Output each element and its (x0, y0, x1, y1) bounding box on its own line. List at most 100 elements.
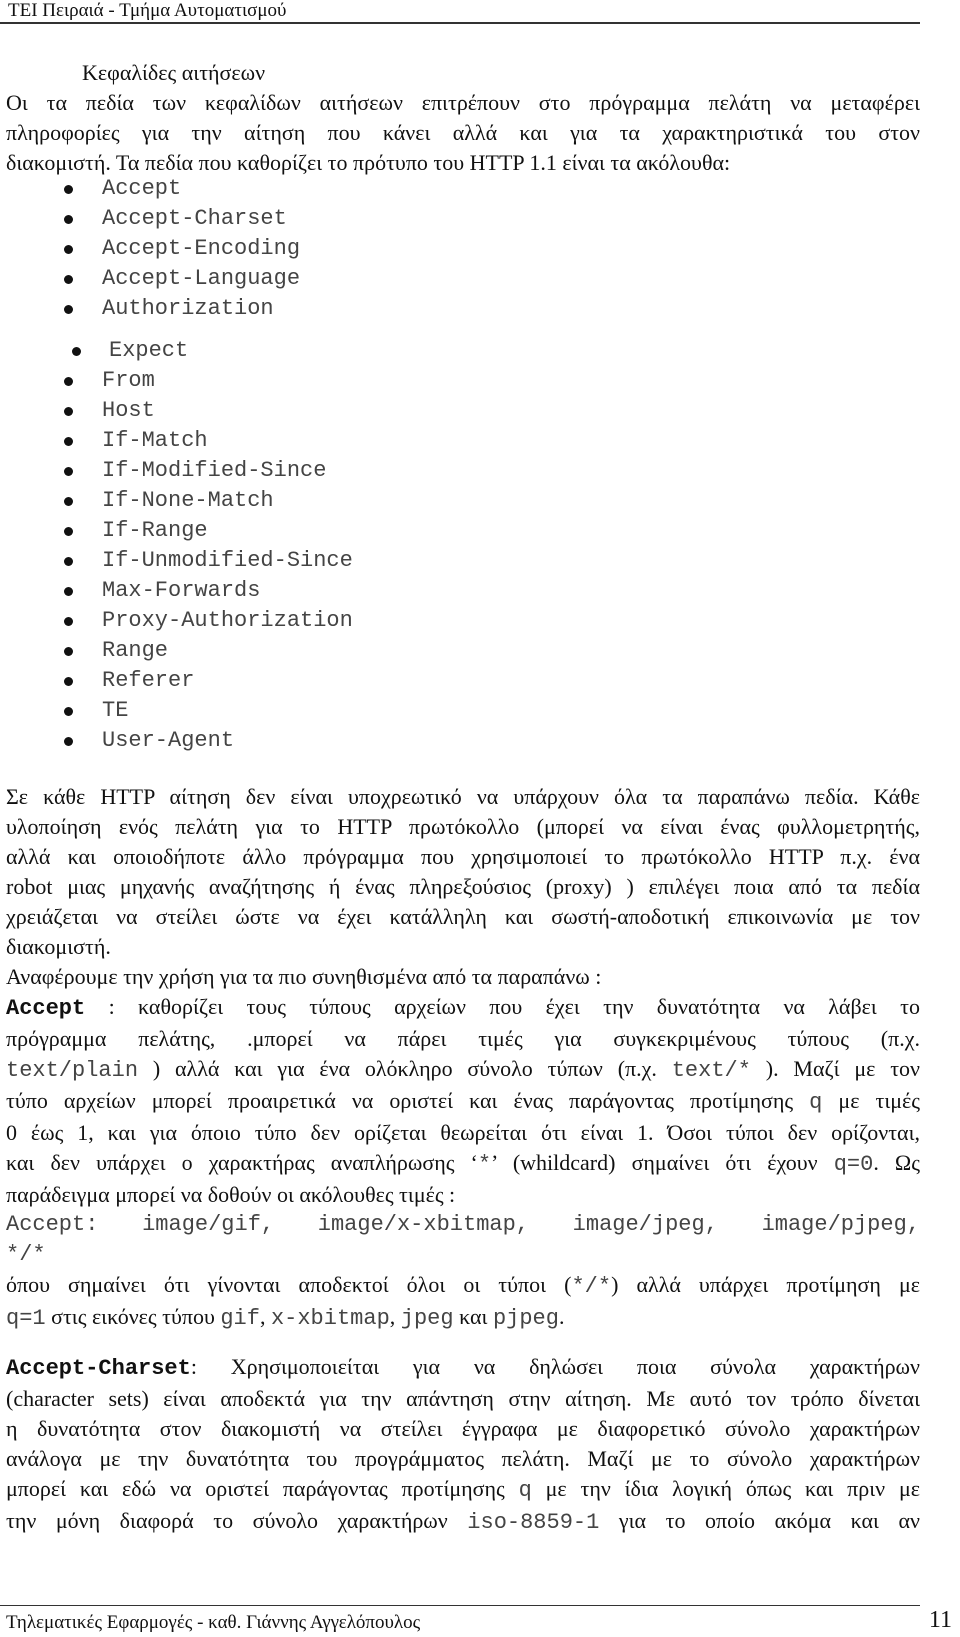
text-run: , (259, 1304, 271, 1329)
list-item: Accept (60, 174, 300, 204)
text-run: ’ (whildcard) σημαίνει ότι έχουν (491, 1150, 834, 1175)
list-item: Accept-Encoding (60, 234, 300, 264)
text-line: robot μιας μηχανής αναζήτησης ή ένας πλη… (6, 874, 920, 899)
field-name: Accept (102, 176, 182, 201)
field-name: From (102, 368, 155, 393)
text-line: παράδειγμα μπορεί να δοθούν οι ακόλουθες… (6, 1182, 456, 1207)
field-name: If-Match (102, 428, 208, 453)
intro-paragraph: Οι τα πεδία των κεφαλίδων αιτήσεων επιτρ… (6, 88, 920, 178)
list-item: If-Unmodified-Since (60, 546, 353, 576)
code-text: */* (571, 1274, 612, 1299)
text-run: , (389, 1304, 401, 1329)
text-run: . (558, 1304, 565, 1329)
text-run: την μόνη διαφορά το σύνολο χαρακτήρων (6, 1508, 468, 1533)
code-text: gif (220, 1306, 260, 1331)
header-field-list-2: Expect From Host If-Match If-Modified-Si… (60, 336, 353, 756)
text-line: 0 έως 1, και για όποιο τύπο δεν ορίζεται… (6, 1120, 920, 1145)
bullet-icon (64, 377, 73, 386)
bullet-icon (64, 557, 73, 566)
text-line: q=1 στις εικόνες τύπου gif, x-xbitmap, j… (6, 1302, 920, 1334)
list-item: User-Agent (60, 726, 353, 756)
text-line: τύπο αρχείων μπορεί προαιρετικά να οριστ… (6, 1086, 920, 1118)
page-header-title: ΤΕΙ Πειραιά - Τμήμα Αυτοματισμού (8, 0, 287, 21)
text-line: Σε κάθε HTTP αίτηση δεν είναι υποχρεωτικ… (6, 784, 920, 809)
section-heading: Κεφαλίδες αιτήσεων (82, 60, 266, 85)
list-item: Host (60, 396, 353, 426)
bullet-icon (64, 437, 73, 446)
list-item: If-Match (60, 426, 353, 456)
bullet-icon (64, 677, 73, 686)
list-item: Authorization (60, 294, 300, 324)
header-field-list-1: Accept Accept-Charset Accept-Encoding Ac… (60, 174, 300, 324)
list-item: Accept-Charset (60, 204, 300, 234)
field-name: If-Modified-Since (102, 458, 327, 483)
code-text: iso-8859-1 (467, 1510, 600, 1535)
list-item: Proxy-Authorization (60, 606, 353, 636)
list-item: Expect (60, 336, 353, 366)
header-divider (0, 22, 920, 24)
code-example-line: Accept: image/gif, image/x-xbitmap, imag… (6, 1212, 920, 1237)
list-item: If-Range (60, 516, 353, 546)
text-run: με τιμές (822, 1088, 920, 1113)
field-name: Accept-Encoding (102, 236, 301, 261)
field-name: Range (102, 638, 169, 663)
field-name: Accept-Language (102, 266, 301, 291)
text-run: όπου σημαίνει ότι γίνονται αποδεκτοί όλο… (6, 1272, 572, 1297)
bullet-icon (64, 407, 73, 416)
field-name: Referer (102, 668, 195, 693)
text-run: ). Μαζί με τον (750, 1056, 920, 1081)
field-name: User-Agent (102, 728, 235, 753)
field-name: If-Range (102, 518, 208, 543)
text-line: Accept : καθορίζει τους τύπους αρχείων π… (6, 992, 920, 1024)
field-name: Authorization (102, 296, 274, 321)
bullet-icon (64, 467, 73, 476)
text-run: : Χρησιμοποιείται για να δηλώσει ποια σύ… (190, 1354, 920, 1379)
field-name: Accept-Charset (102, 206, 287, 231)
bullet-icon (64, 737, 73, 746)
list-item: From (60, 366, 353, 396)
text-line: αλλά και οποιοδήποτε άλλο πρόγραμμα που … (6, 844, 920, 869)
code-text: x-xbitmap (270, 1306, 390, 1331)
text-run: ) αλλά και για ένα ολόκληρο σύνολο τύπων… (138, 1056, 672, 1081)
text-line: υλοποίηση ενός πελάτη για το HTTP πρωτόκ… (6, 814, 920, 839)
requirements-paragraph: Σε κάθε HTTP αίτηση δεν είναι υποχρεωτικ… (6, 782, 920, 992)
text-line: πρόγραμμα πελάτης, .μπορεί να πάρει τιμέ… (6, 1026, 920, 1051)
text-line: η δυνατότητα στον διακομιστή να στείλει … (6, 1416, 920, 1441)
bullet-icon (64, 215, 73, 224)
text-line: πληροφορίες για την αίτηση που κάνει αλλ… (6, 120, 920, 145)
text-line: Αναφέρουμε την χρήση για τα πιο συνηθισμ… (6, 964, 602, 989)
bullet-icon (64, 245, 73, 254)
page-number: 11 (928, 1607, 952, 1633)
field-name: If-None-Match (102, 488, 274, 513)
bullet-icon (64, 647, 73, 656)
list-item: Accept-Language (60, 264, 300, 294)
text-line: Οι τα πεδία των κεφαλίδων αιτήσεων επιτρ… (6, 90, 920, 115)
text-run: ) αλλά υπάρχει προτίμηση με (611, 1272, 921, 1297)
bullet-icon (64, 305, 73, 314)
text-line: χρειάζεται να στείλει ώστε να έχει κατάλ… (6, 904, 920, 929)
field-name: Proxy-Authorization (102, 608, 353, 633)
field-name: If-Unmodified-Since (102, 548, 353, 573)
bullet-icon (64, 185, 73, 194)
code-text: q=0 (833, 1152, 874, 1177)
text-line: text/plain ) αλλά και για ένα ολόκληρο σ… (6, 1054, 920, 1086)
text-run: και (453, 1304, 493, 1329)
bullet-icon (64, 275, 73, 284)
bullet-icon (64, 527, 73, 536)
text-line: και δεν υπάρχει ο χαρακτήρας αναπλήρωσης… (6, 1148, 920, 1180)
field-name: Host (102, 398, 155, 423)
bullet-icon (72, 347, 81, 356)
field-name: TE (102, 698, 129, 723)
list-item: TE (60, 696, 353, 726)
field-name: Expect (109, 338, 189, 363)
list-item: If-None-Match (60, 486, 353, 516)
code-text: jpeg (400, 1306, 454, 1331)
text-run: με την ίδια λογική όπως και πριν με (531, 1476, 920, 1501)
text-line: (character sets) είναι αποδεκτά για την … (6, 1386, 920, 1411)
bullet-icon (64, 617, 73, 626)
list-item: Max-Forwards (60, 576, 353, 606)
code-text: text/plain (6, 1058, 139, 1083)
text-line: διακομιστή. (6, 934, 111, 959)
code-example-line: */* (6, 1242, 46, 1267)
code-text: pjpeg (492, 1306, 559, 1331)
